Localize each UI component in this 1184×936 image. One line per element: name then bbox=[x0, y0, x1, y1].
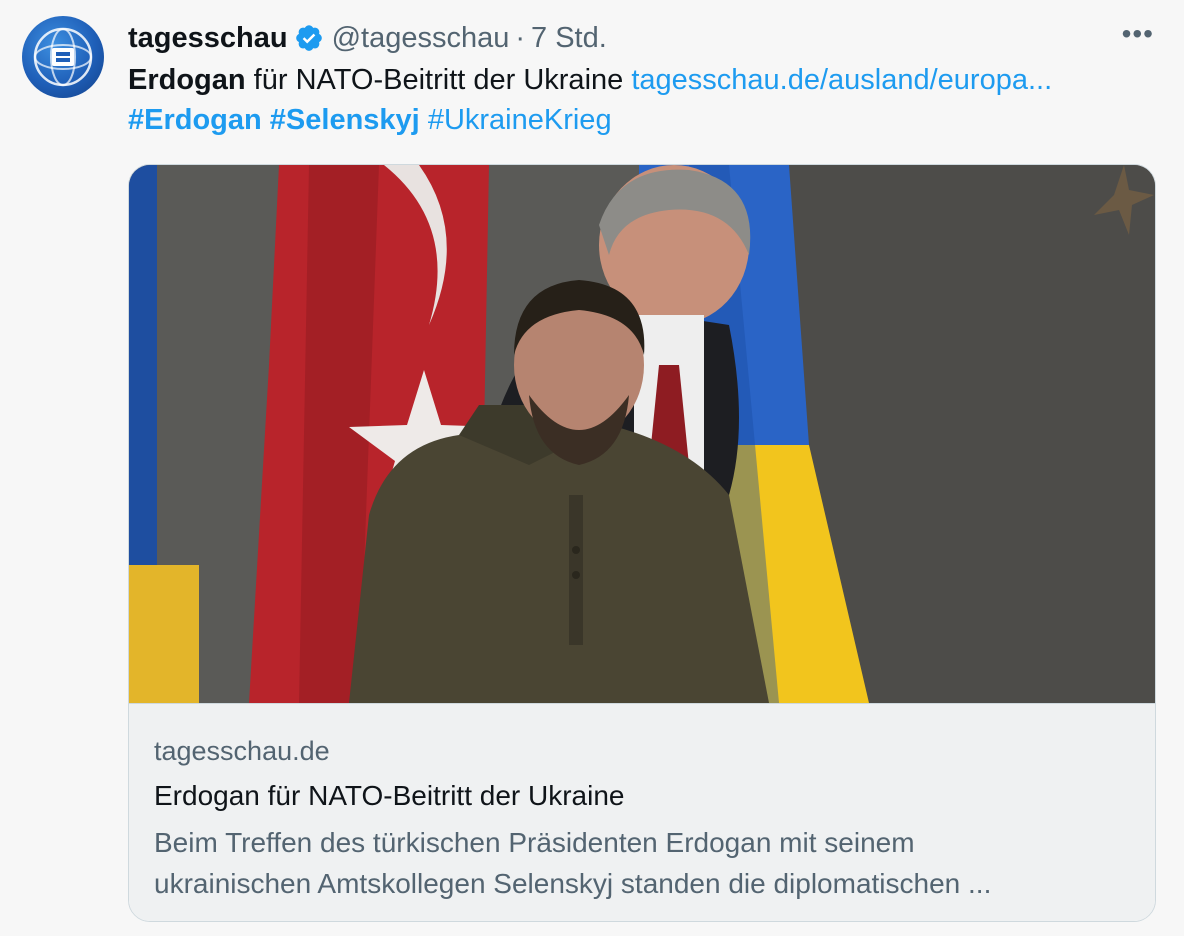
more-options-icon[interactable]: ••• bbox=[1122, 18, 1154, 50]
author-handle[interactable]: @tagesschau bbox=[332, 22, 510, 55]
tweet-text-body: für NATO-Beitritt der Ukraine bbox=[245, 64, 632, 96]
link-card[interactable]: tagesschau.de Erdogan für NATO-Beitritt … bbox=[128, 164, 1156, 922]
separator-dot: · bbox=[515, 21, 526, 54]
card-footer[interactable]: tagesschau.de Erdogan für NATO-Beitritt … bbox=[129, 703, 1155, 921]
verified-badge-icon bbox=[294, 23, 324, 53]
tweet-text-bold: Erdogan bbox=[128, 64, 246, 96]
tweet-link[interactable]: tagesschau.de/ausland/europa... bbox=[631, 64, 1052, 96]
tweet-header: tagesschau @tagesschau · 7 Std. bbox=[128, 20, 607, 56]
tagesschau-logo-icon bbox=[33, 27, 93, 87]
card-description-line-2: ukrainischen Amtskollegen Selenskyj stan… bbox=[154, 868, 992, 899]
hashtag-ukrainekrieg[interactable]: #UkraineKrieg bbox=[428, 104, 612, 136]
card-domain: tagesschau.de bbox=[154, 736, 330, 766]
hashtags-bold[interactable]: #Erdogan #Selenskyj bbox=[128, 104, 420, 136]
card-description-line-1: Beim Treffen des türkischen Präsidenten … bbox=[154, 827, 915, 858]
author-name[interactable]: tagesschau bbox=[128, 22, 288, 55]
tweet-text: Erdogan für NATO-Beitritt der Ukraine ta… bbox=[128, 60, 1158, 140]
card-image[interactable] bbox=[129, 165, 1155, 703]
avatar[interactable] bbox=[22, 16, 104, 98]
news-photo bbox=[129, 165, 1155, 703]
card-title: Erdogan für NATO-Beitritt der Ukraine bbox=[154, 780, 625, 811]
card-description: Beim Treffen des türkischen Präsidenten … bbox=[154, 822, 1134, 904]
timestamp[interactable]: 7 Std. bbox=[531, 22, 607, 55]
